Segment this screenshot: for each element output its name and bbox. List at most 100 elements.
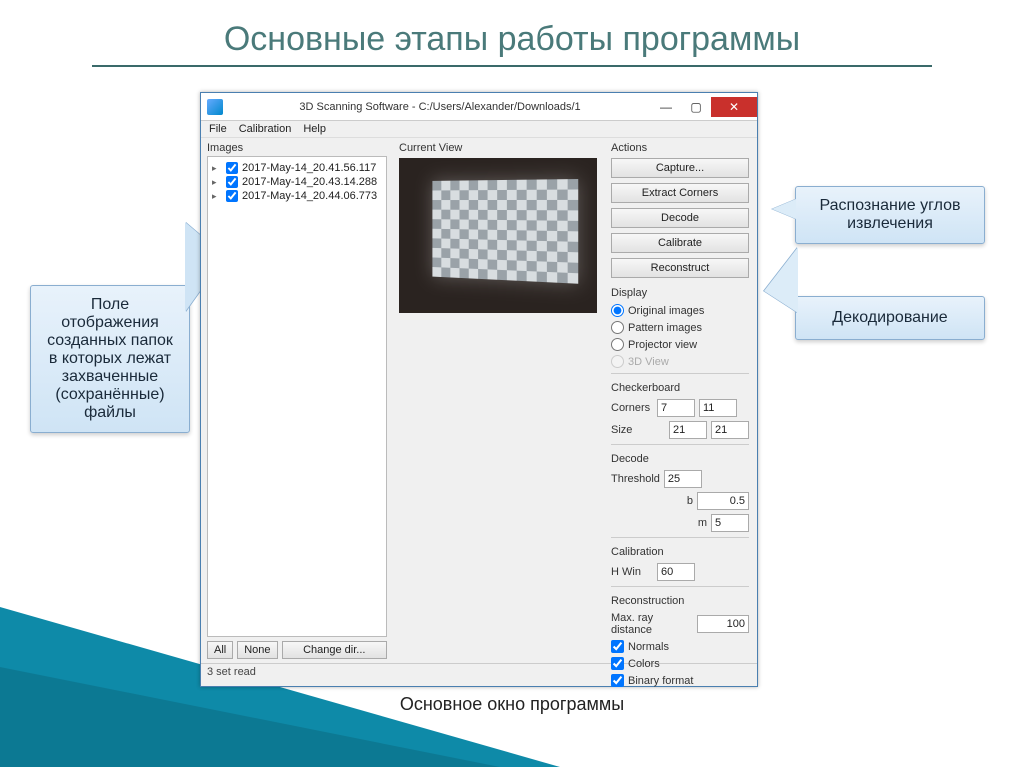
menu-calibration[interactable]: Calibration bbox=[239, 123, 292, 135]
reconstruct-button[interactable]: Reconstruct bbox=[611, 258, 749, 278]
threshold-label: Threshold bbox=[611, 473, 660, 485]
tree-item-label: 2017-May-14_20.41.56.117 bbox=[242, 162, 376, 174]
normals-check[interactable]: Normals bbox=[611, 639, 749, 654]
tree-item-label: 2017-May-14_20.44.06.773 bbox=[242, 190, 377, 202]
checkerboard-projection bbox=[432, 179, 578, 284]
radio-projector[interactable]: Projector view bbox=[611, 337, 749, 352]
maxray-label: Max. ray distance bbox=[611, 612, 693, 636]
radio-input[interactable] bbox=[611, 304, 624, 317]
maxray-input[interactable]: 100 bbox=[697, 615, 749, 633]
check-label: Normals bbox=[628, 641, 669, 653]
decode-button[interactable]: Decode bbox=[611, 208, 749, 228]
change-dir-button[interactable]: Change dir... bbox=[282, 641, 387, 659]
current-view-label: Current View bbox=[399, 142, 597, 154]
separator bbox=[611, 373, 749, 374]
app-icon bbox=[207, 99, 223, 115]
checkbox[interactable] bbox=[611, 674, 624, 687]
separator bbox=[611, 537, 749, 538]
size-label: Size bbox=[611, 424, 665, 436]
tree-checkbox[interactable] bbox=[226, 162, 238, 174]
menu-file[interactable]: File bbox=[209, 123, 227, 135]
preview-image bbox=[399, 158, 597, 313]
corners-y-input[interactable]: 11 bbox=[699, 399, 737, 417]
maximize-button[interactable]: ▢ bbox=[681, 97, 711, 117]
current-view-panel: Current View bbox=[393, 138, 603, 663]
check-label: Colors bbox=[628, 658, 660, 670]
size-x-input[interactable]: 21 bbox=[669, 421, 707, 439]
radio-label: Projector view bbox=[628, 339, 697, 351]
actions-panel: Actions Capture... Extract Corners Decod… bbox=[603, 138, 757, 663]
callout-left-panel: Поле отображения созданных папок в котор… bbox=[30, 285, 190, 433]
callout-text: Декодирование bbox=[832, 309, 947, 326]
window-body: Images ▸ 2017-May-14_20.41.56.117 ▸ 2017… bbox=[201, 138, 757, 663]
m-input[interactable]: 5 bbox=[711, 514, 749, 532]
radio-pattern[interactable]: Pattern images bbox=[611, 320, 749, 335]
radio-original[interactable]: Original images bbox=[611, 303, 749, 318]
threshold-row: Threshold 25 bbox=[611, 469, 749, 489]
colors-check[interactable]: Colors bbox=[611, 656, 749, 671]
extract-corners-button[interactable]: Extract Corners bbox=[611, 183, 749, 203]
corners-x-input[interactable]: 7 bbox=[657, 399, 695, 417]
app-window: 3D Scanning Software - C:/Users/Alexande… bbox=[200, 92, 758, 687]
status-text: 3 set read bbox=[207, 666, 256, 678]
checkbox[interactable] bbox=[611, 640, 624, 653]
titlebar: 3D Scanning Software - C:/Users/Alexande… bbox=[201, 93, 757, 121]
radio-label: Original images bbox=[628, 305, 704, 317]
radio-input[interactable] bbox=[611, 338, 624, 351]
slide-title: Основные этапы работы программы bbox=[0, 0, 1024, 59]
hwin-row: H Win 60 bbox=[611, 562, 749, 582]
tree-item[interactable]: ▸ 2017-May-14_20.44.06.773 bbox=[210, 189, 384, 203]
callout-text: Поле отображения созданных папок в котор… bbox=[47, 296, 173, 421]
radio-input[interactable] bbox=[611, 321, 624, 334]
separator bbox=[611, 586, 749, 587]
tree-item[interactable]: ▸ 2017-May-14_20.43.14.288 bbox=[210, 175, 384, 189]
images-tree[interactable]: ▸ 2017-May-14_20.41.56.117 ▸ 2017-May-14… bbox=[207, 156, 387, 637]
b-input[interactable]: 0.5 bbox=[697, 492, 749, 510]
checkerboard-label: Checkerboard bbox=[611, 382, 749, 394]
close-button[interactable]: ✕ bbox=[711, 97, 757, 117]
caret-icon[interactable]: ▸ bbox=[212, 163, 222, 174]
reconstruction-label: Reconstruction bbox=[611, 595, 749, 607]
callout-decode: Декодирование bbox=[795, 296, 985, 340]
minimize-button[interactable]: — bbox=[651, 97, 681, 117]
check-label: Binary format bbox=[628, 675, 693, 687]
actions-label: Actions bbox=[611, 142, 749, 154]
menubar: File Calibration Help bbox=[201, 121, 757, 138]
display-label: Display bbox=[611, 287, 749, 299]
checkbox[interactable] bbox=[611, 657, 624, 670]
calibrate-button[interactable]: Calibrate bbox=[611, 233, 749, 253]
hwin-input[interactable]: 60 bbox=[657, 563, 695, 581]
capture-button[interactable]: Capture... bbox=[611, 158, 749, 178]
none-button[interactable]: None bbox=[237, 641, 277, 659]
m-label: m bbox=[611, 517, 707, 529]
tree-item-label: 2017-May-14_20.43.14.288 bbox=[242, 176, 377, 188]
radio-input bbox=[611, 355, 624, 368]
radio-label: Pattern images bbox=[628, 322, 702, 334]
caret-icon[interactable]: ▸ bbox=[212, 177, 222, 188]
calibration-label: Calibration bbox=[611, 546, 749, 558]
images-panel: Images ▸ 2017-May-14_20.41.56.117 ▸ 2017… bbox=[201, 138, 393, 663]
b-row: b 0.5 bbox=[611, 491, 749, 511]
binary-check[interactable]: Binary format bbox=[611, 673, 749, 688]
hwin-label: H Win bbox=[611, 566, 653, 578]
size-y-input[interactable]: 21 bbox=[711, 421, 749, 439]
tree-checkbox[interactable] bbox=[226, 190, 238, 202]
title-underline bbox=[92, 65, 932, 67]
size-row: Size 21 21 bbox=[611, 420, 749, 440]
m-row: m 5 bbox=[611, 513, 749, 533]
images-label: Images bbox=[207, 142, 387, 154]
callout-extract-corners: Распознание углов извлечения bbox=[795, 186, 985, 244]
tree-item[interactable]: ▸ 2017-May-14_20.41.56.117 bbox=[210, 161, 384, 175]
all-button[interactable]: All bbox=[207, 641, 233, 659]
window-controls: — ▢ ✕ bbox=[651, 97, 757, 117]
maxray-row: Max. ray distance 100 bbox=[611, 611, 749, 637]
menu-help[interactable]: Help bbox=[303, 123, 326, 135]
b-label: b bbox=[611, 495, 693, 507]
tree-checkbox[interactable] bbox=[226, 176, 238, 188]
callout-pointer bbox=[772, 199, 796, 219]
threshold-input[interactable]: 25 bbox=[664, 470, 702, 488]
caret-icon[interactable]: ▸ bbox=[212, 191, 222, 202]
slide-caption: Основное окно программы bbox=[0, 694, 1024, 715]
corners-row: Corners 7 11 bbox=[611, 398, 749, 418]
window-title: 3D Scanning Software - C:/Users/Alexande… bbox=[229, 101, 651, 113]
